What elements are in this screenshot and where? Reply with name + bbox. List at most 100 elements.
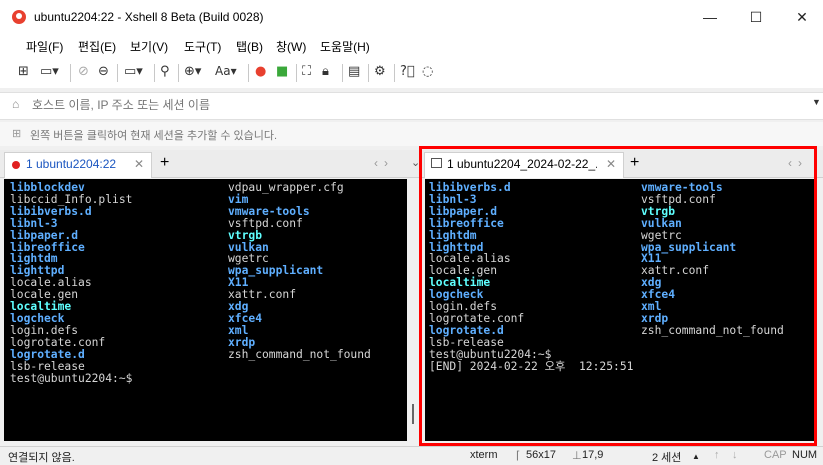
- scrollbar[interactable]: [407, 179, 421, 441]
- tab-scroll-arrows[interactable]: ‹›: [374, 156, 394, 170]
- disconnect-icon[interactable]: ⊘: [78, 64, 89, 79]
- toolbar-separator: [394, 64, 395, 82]
- tab-label[interactable]: 1 ubuntu2204:22: [26, 157, 116, 171]
- terminal-line: xrdp: [228, 335, 256, 349]
- num-lock-indicator: NUM: [792, 449, 818, 461]
- terminal-line: vmware-tools: [228, 204, 310, 218]
- terminal-line: lightdm: [429, 228, 477, 242]
- terminal-column: vmware-tools vsftpd.conf vtrgb vulkan wgetrc…: [641, 182, 784, 337]
- terminal-line: xfce4: [641, 288, 676, 302]
- toolbar-separator: [117, 64, 118, 82]
- toolbar-separator: [70, 64, 71, 82]
- fullscreen-icon[interactable]: ⛶: [302, 64, 311, 79]
- terminal-line: logrotate.d: [429, 323, 504, 337]
- terminal-line: libpaper.d: [10, 228, 79, 242]
- toolbar-separator: [154, 64, 155, 82]
- new-tab-icon[interactable]: ▭▾: [124, 64, 143, 79]
- terminal-line: vtrgb: [641, 204, 676, 218]
- tab-close-icon[interactable]: ✕: [134, 157, 144, 171]
- terminal-line: logrotate.conf: [10, 335, 106, 349]
- find-icon[interactable]: ⚲: [160, 64, 170, 79]
- cursor-position: 17,9: [582, 449, 604, 461]
- minimize-button[interactable]: —: [687, 0, 733, 34]
- scrollbar-thumb[interactable]: [412, 404, 414, 424]
- tab-close-icon[interactable]: ✕: [606, 157, 616, 171]
- lock-icon[interactable]: 🔒︎: [322, 64, 329, 79]
- download-icon: ↓: [732, 449, 738, 461]
- xshell-logo-icon: [12, 10, 26, 24]
- window-title: ubuntu2204:22 - Xshell 8 Beta (Build 002…: [34, 10, 264, 24]
- terminal-line: xattr.conf: [641, 264, 710, 278]
- terminal-line: vsftpd.conf: [228, 216, 303, 230]
- terminal-line: libnl-3: [10, 216, 58, 230]
- terminal-line: zsh_command_not_found: [228, 347, 371, 361]
- terminal-line: vtrgb: [228, 228, 263, 242]
- keyboard-icon[interactable]: ▤: [348, 64, 360, 79]
- new-session-icon[interactable]: ⊞: [18, 64, 29, 79]
- add-tab-button[interactable]: +: [630, 154, 639, 172]
- chat-icon[interactable]: ◌: [422, 64, 433, 79]
- settings-icon[interactable]: ⚙: [374, 64, 386, 79]
- caps-lock-indicator: CAP: [764, 449, 787, 461]
- add-tab-button[interactable]: +: [160, 154, 169, 172]
- tab-label[interactable]: 1 ubuntu2204_2024-02-22_...: [447, 157, 597, 171]
- caret-up-icon[interactable]: ▲: [692, 452, 700, 461]
- toolbar-separator: [178, 64, 179, 82]
- terminal-line: libibverbs.d: [10, 204, 92, 218]
- terminal-line: [END] 2024-02-22 오후 12:25:51: [429, 359, 634, 373]
- add-session-icon[interactable]: ⊞: [12, 127, 21, 140]
- menu-tab[interactable]: 탭(B): [236, 38, 263, 55]
- status-dot-icon: [12, 161, 20, 169]
- xmanager-icon[interactable]: ■: [276, 64, 288, 79]
- open-icon[interactable]: ▭▾: [40, 64, 59, 79]
- terminal-left[interactable]: libblockdev libccid_Info.plist libibverbs.…: [4, 179, 407, 441]
- terminal-line: libreoffice: [429, 216, 504, 230]
- menu-tools[interactable]: 도구(T): [184, 38, 221, 55]
- file-icon: [431, 158, 442, 168]
- menu-help[interactable]: 도움말(H): [320, 38, 370, 55]
- terminal-line: login.defs: [10, 323, 79, 337]
- connection-status: 연결되지 않음.: [8, 452, 75, 464]
- close-button[interactable]: ✕: [779, 0, 823, 34]
- terminal-line: xattr.conf: [228, 288, 297, 302]
- terminal-column: vdpau_wrapper.cfg vim vmware-tools vsftpd.c…: [228, 182, 371, 361]
- terminal-line: lsb-release: [10, 359, 85, 373]
- cursor-icon: ⊥: [572, 450, 582, 462]
- host-address-input[interactable]: [32, 95, 802, 115]
- toolbar-separator: [248, 64, 249, 82]
- session-count: 2 세션: [652, 452, 682, 464]
- upload-icon: ↑: [714, 449, 720, 461]
- terminal-column: libibverbs.d libnl-3 libpaper.d libreoffice…: [429, 182, 633, 373]
- menu-edit[interactable]: 편집(E): [78, 38, 116, 55]
- terminal-line: xml: [228, 323, 249, 337]
- toolbar-separator: [296, 64, 297, 82]
- terminal-line: test@ubuntu2204:~$: [10, 371, 133, 385]
- terminal-line: wpa_supplicant: [641, 240, 737, 254]
- menu-window[interactable]: 창(W): [276, 38, 306, 55]
- font-icon[interactable]: Aa▾: [215, 64, 237, 78]
- reconnect-icon[interactable]: ⊖: [98, 64, 109, 79]
- chevron-down-icon[interactable]: ▼: [812, 97, 821, 107]
- toolbar-separator: [368, 64, 369, 82]
- host-icon: ⌂: [12, 97, 20, 111]
- terminal-line: vulkan: [641, 216, 682, 230]
- terminal-line: test@ubuntu2204:~$: [429, 347, 552, 361]
- terminal-line: vdpau_wrapper.cfg: [228, 181, 344, 194]
- terminal-line: wgetrc: [641, 228, 682, 242]
- terminal-line: xfce4: [228, 311, 263, 325]
- terminal-line: lsb-release: [429, 335, 504, 349]
- chevron-down-icon[interactable]: ⌄: [411, 156, 420, 169]
- terminal-line: wpa_supplicant: [228, 264, 324, 278]
- help-icon[interactable]: ?⃝: [400, 64, 415, 79]
- menu-file[interactable]: 파일(F): [26, 38, 63, 55]
- terminal-line: libpaper.d: [429, 204, 498, 218]
- size-icon: ⌈: [516, 450, 521, 462]
- tab-scroll-arrows[interactable]: ‹›: [788, 156, 808, 170]
- xftp-icon[interactable]: ●: [255, 64, 266, 79]
- maximize-button[interactable]: ☐: [733, 0, 779, 34]
- terminal-size: 56x17: [526, 449, 556, 461]
- terminal-line: logrotate.d: [10, 347, 85, 361]
- terminal-right[interactable]: libibverbs.d libnl-3 libpaper.d libreoffice…: [425, 179, 815, 441]
- globe-icon[interactable]: ⊕▾: [184, 64, 201, 79]
- menu-view[interactable]: 보기(V): [130, 38, 168, 55]
